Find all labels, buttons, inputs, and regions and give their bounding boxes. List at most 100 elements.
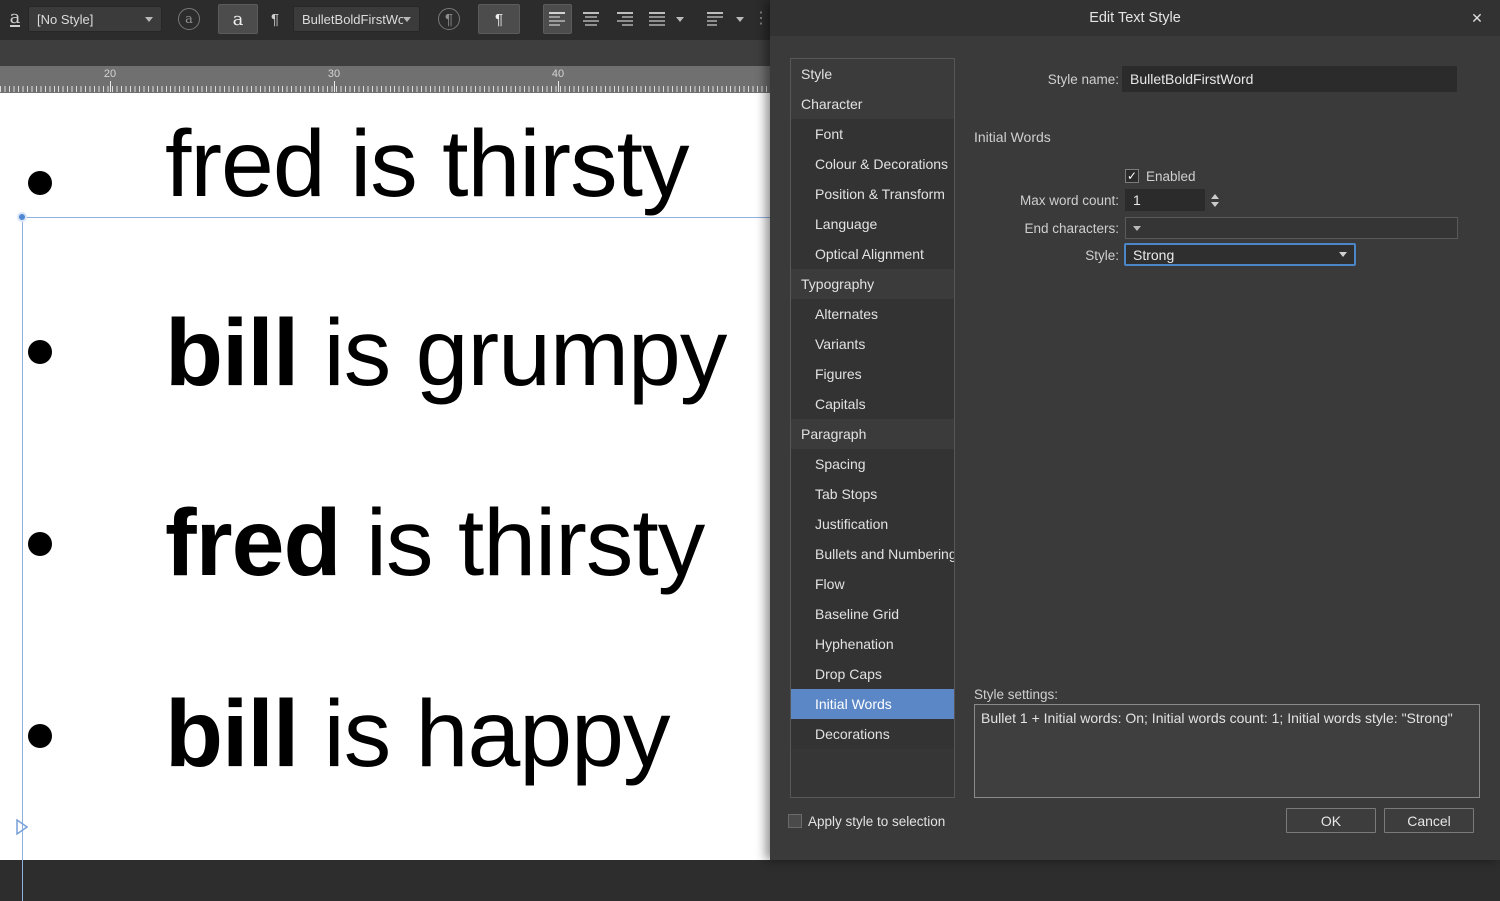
max-word-count-input[interactable]: 1 [1125,189,1205,211]
style-settings-text: Bullet 1 + Initial words: On; Initial wo… [981,710,1453,726]
sidebar-item-spacing[interactable]: Spacing [791,449,954,479]
cancel-button[interactable]: Cancel [1384,808,1474,833]
chevron-down-icon[interactable] [1133,225,1141,231]
style-label: Style: [1085,248,1119,263]
chevron-down-icon [736,16,744,22]
align-left-button[interactable] [543,4,572,34]
bullet-dot [28,532,52,556]
paragraph-style-icon: ¶ [264,4,286,34]
update-paragraph-style-button[interactable]: ¶ [428,4,470,34]
align-right-button[interactable] [609,4,638,34]
paragraph-style-dropdown[interactable]: BulletBoldFirstWor [293,6,420,32]
sidebar-item-capitals[interactable]: Capitals [791,389,954,419]
sidebar-item-hyphenation[interactable]: Hyphenation [791,629,954,659]
sidebar-item-colour-decorations[interactable]: Colour & Decorations [791,149,954,179]
ruler-major-tick [558,81,559,92]
frame-corner-handle[interactable] [17,212,27,222]
dialog-title: Edit Text Style [1089,10,1181,26]
end-characters-input[interactable] [1125,217,1458,239]
doc-line-4[interactable]: bill is happy [165,687,670,782]
chevron-down-icon [403,16,411,22]
align-center-icon [582,12,599,26]
first-word: bill [165,300,299,406]
character-style-dropdown[interactable]: [No Style] [28,6,162,32]
circled-a-icon: a [178,8,200,30]
ruler-minor-ticks [0,86,770,92]
text-frame-left-edge[interactable] [22,217,23,901]
edit-text-style-dialog: Edit Text Style ✕ Style Character Font C… [770,0,1500,860]
justify-options-button[interactable] [672,4,688,34]
paragraph-mode-button[interactable]: ¶ [478,4,520,34]
sidebar-item-variants[interactable]: Variants [791,329,954,359]
rest-of-line: is happy [298,681,671,787]
update-character-style-button[interactable]: a [170,4,208,34]
toolbar-overflow-handle[interactable]: ⋮ [753,8,769,28]
sidebar-item-style[interactable]: Style [791,59,954,89]
sidebar-item-figures[interactable]: Figures [791,359,954,389]
enabled-label[interactable]: Enabled [1146,169,1196,184]
style-dropdown[interactable]: Strong [1124,243,1356,266]
list-options-button[interactable] [700,4,732,34]
a-icon: a [232,8,244,30]
document-canvas[interactable]: fred is thirsty bill is grumpy fred is t… [0,93,770,901]
style-name-label: Style name: [1047,72,1119,87]
toolbar-substrip [0,40,770,66]
max-word-count-stepper[interactable] [1208,189,1222,211]
ok-button[interactable]: OK [1286,808,1376,833]
paragraph-style-value: BulletBoldFirstWor [302,11,403,27]
sidebar-item-paragraph[interactable]: Paragraph [791,419,954,449]
stepper-up-icon[interactable] [1211,193,1219,199]
justify-button[interactable] [642,4,671,34]
sidebar-item-flow[interactable]: Flow [791,569,954,599]
text-frame-top-edge[interactable] [22,217,770,218]
stepper-down-icon[interactable] [1211,201,1219,207]
sidebar-item-language[interactable]: Language [791,209,954,239]
sidebar-item-bullets-and-numbering[interactable]: Bullets and Numbering [791,539,954,569]
horizontal-ruler: 20 30 40 [0,66,770,93]
style-settings-label: Style settings: [974,687,1059,702]
style-category-list: Style Character Font Colour & Decoration… [790,58,955,798]
doc-line-2[interactable]: bill is grumpy [165,306,727,401]
ruler-mark: 40 [551,68,565,80]
rest-of-line: is grumpy [298,300,728,406]
sidebar-item-justification[interactable]: Justification [791,509,954,539]
sidebar-item-drop-caps[interactable]: Drop Caps [791,659,954,689]
max-word-count-value: 1 [1133,192,1141,208]
sidebar-item-tab-stops[interactable]: Tab Stops [791,479,954,509]
dots-icon: ⋮ [753,10,769,27]
list-dropdown-button[interactable] [732,4,748,34]
circled-pilcrow-icon: ¶ [438,8,460,30]
dialog-titlebar[interactable]: Edit Text Style ✕ [770,0,1500,36]
chevron-down-icon [145,16,153,22]
sidebar-item-initial-words[interactable]: Initial Words [791,689,954,719]
doc-line-3[interactable]: fred is thirsty [165,496,705,591]
list-icon [707,12,723,26]
sidebar-item-position-transform[interactable]: Position & Transform [791,179,954,209]
justify-icon [648,12,665,26]
char-a-glyph: a [9,7,21,28]
rest-of-line: is thirsty [324,111,689,217]
close-icon[interactable]: ✕ [1466,7,1488,29]
align-center-button[interactable] [576,4,605,34]
apply-style-checkbox[interactable] [788,814,802,828]
character-style-value: [No Style] [37,11,94,27]
sidebar-item-alternates[interactable]: Alternates [791,299,954,329]
rest-of-line: is thirsty [340,490,705,596]
chevron-down-icon [1339,252,1347,257]
enabled-checkbox[interactable]: ✓ [1125,169,1139,183]
ruler-major-tick [110,81,111,92]
character-mode-button[interactable]: a [218,4,258,34]
bullet-dot [28,171,52,195]
sidebar-item-typography[interactable]: Typography [791,269,954,299]
sidebar-item-font[interactable]: Font [791,119,954,149]
doc-line-1[interactable]: fred is thirsty [165,117,689,212]
character-style-icon: a [4,4,26,34]
sidebar-item-baseline-grid[interactable]: Baseline Grid [791,599,954,629]
style-name-input[interactable]: BulletBoldFirstWord [1122,66,1457,92]
sidebar-item-optical-alignment[interactable]: Optical Alignment [791,239,954,269]
sidebar-item-decorations[interactable]: Decorations [791,719,954,749]
initial-words-heading: Initial Words [974,129,1051,145]
apply-style-label[interactable]: Apply style to selection [808,814,945,829]
bullet-dot [28,340,52,364]
sidebar-item-character[interactable]: Character [791,89,954,119]
